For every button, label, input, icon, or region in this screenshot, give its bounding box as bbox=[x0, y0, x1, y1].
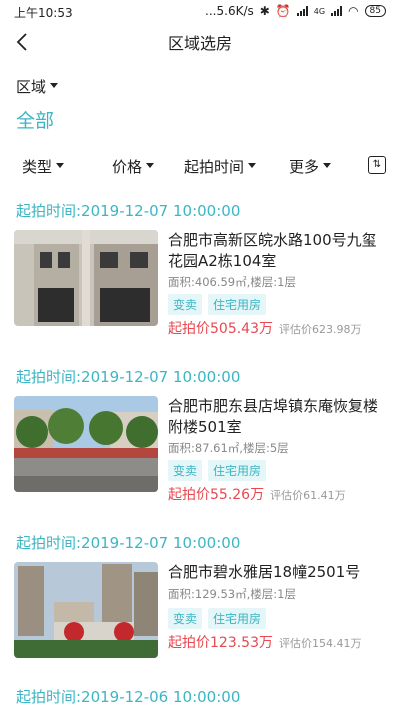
price-row: 起拍价505.43万 评估价623.98万 bbox=[168, 318, 362, 338]
estimated-price: 评估价623.98万 bbox=[279, 323, 362, 336]
caret-down-icon bbox=[248, 163, 257, 168]
region-dropdown[interactable]: 区域 bbox=[16, 76, 59, 97]
listing-card[interactable]: 合肥市高新区皖水路100号九玺花园A2栋104室 面积:406.59㎡,楼层:1… bbox=[14, 230, 386, 337]
alarm-icon: ⏰ bbox=[275, 4, 291, 18]
listing-title: 合肥市高新区皖水路100号九玺花园A2栋104室 bbox=[168, 231, 377, 270]
wifi-icon: ◠ bbox=[348, 4, 359, 18]
listing-photo bbox=[14, 562, 158, 658]
start-price: 起拍价505.43万 bbox=[168, 321, 273, 337]
estimated-price: 评估价154.41万 bbox=[279, 637, 362, 650]
filter-start-time-label: 起拍时间 bbox=[184, 158, 245, 176]
listing-meta: 面积:406.59㎡,楼层:1层 bbox=[168, 275, 296, 289]
network-speed: ...5.6K/s bbox=[205, 4, 254, 18]
bluetooth-icon: ✱ bbox=[259, 4, 270, 18]
estimated-price: 评估价61.41万 bbox=[270, 489, 346, 502]
tag-property-type: 住宅用房 bbox=[208, 608, 267, 629]
caret-down-icon bbox=[146, 163, 155, 168]
tag-sale-type: 变卖 bbox=[168, 460, 203, 481]
status-bar: 上午10:53 ...5.6K/s ✱ ⏰ 4G ◠ 85 bbox=[0, 0, 400, 24]
auction-time-header: 起拍时间:2019-12-07 10:00:00 bbox=[16, 202, 241, 220]
auction-time-header: 起拍时间:2019-12-07 10:00:00 bbox=[16, 368, 241, 386]
caret-down-icon bbox=[323, 163, 332, 168]
status-time: 上午10:53 bbox=[14, 6, 73, 20]
page-title: 区域选房 bbox=[167, 34, 232, 53]
network-type: 4G bbox=[313, 6, 326, 16]
listing-card[interactable]: 合肥市碧水雅居18幢2501号 面积:129.53㎡,楼层:1层 变卖 住宅用房… bbox=[14, 562, 386, 658]
listing-title: 合肥市肥东县店埠镇东庵恢复楼附楼501室 bbox=[168, 397, 379, 436]
start-price: 起拍价55.26万 bbox=[168, 487, 265, 503]
listing-meta: 面积:129.53㎡,楼层:1层 bbox=[168, 587, 296, 601]
listing-card[interactable]: 合肥市肥东县店埠镇东庵恢复楼附楼501室 面积:87.61㎡,楼层:5层 变卖 … bbox=[14, 396, 386, 503]
auction-time-header: 起拍时间:2019-12-07 10:00:00 bbox=[16, 534, 241, 552]
filter-more[interactable]: 更多 bbox=[289, 156, 332, 177]
tag-property-type: 住宅用房 bbox=[208, 294, 267, 315]
listing-meta: 面积:87.61㎡,楼层:5层 bbox=[168, 441, 289, 455]
filter-type[interactable]: 类型 bbox=[22, 156, 65, 177]
listing-photo bbox=[14, 396, 158, 492]
filter-more-label: 更多 bbox=[289, 158, 320, 176]
filter-bar: 类型 价格 起拍时间 更多 ⇅ bbox=[0, 152, 400, 180]
auction-time-header: 起拍时间:2019-12-06 10:00:00 bbox=[16, 688, 241, 706]
signal-icon-2 bbox=[331, 6, 343, 16]
caret-down-icon bbox=[50, 83, 59, 88]
tag-sale-type: 变卖 bbox=[168, 294, 203, 315]
tag-sale-type: 变卖 bbox=[168, 608, 203, 629]
listing-title: 合肥市碧水雅居18幢2501号 bbox=[168, 563, 361, 581]
listing-photo bbox=[14, 230, 158, 326]
filter-start-time[interactable]: 起拍时间 bbox=[184, 156, 257, 177]
signal-icon bbox=[296, 6, 308, 16]
listing-tags: 变卖 住宅用房 bbox=[168, 460, 267, 481]
start-price: 起拍价123.53万 bbox=[168, 635, 273, 651]
region-value[interactable]: 全部 bbox=[16, 106, 54, 133]
listing-tags: 变卖 住宅用房 bbox=[168, 294, 267, 315]
region-label: 区域 bbox=[16, 78, 47, 96]
listing-tags: 变卖 住宅用房 bbox=[168, 608, 267, 629]
price-row: 起拍价55.26万 评估价61.41万 bbox=[168, 484, 346, 504]
status-icons: ...5.6K/s ✱ ⏰ 4G ◠ 85 bbox=[205, 4, 386, 18]
filter-price[interactable]: 价格 bbox=[112, 156, 155, 177]
nav-bar: 区域选房 bbox=[0, 24, 400, 60]
filter-type-label: 类型 bbox=[22, 158, 53, 176]
battery-icon: 85 bbox=[364, 5, 386, 17]
tag-property-type: 住宅用房 bbox=[208, 460, 267, 481]
sort-icon[interactable]: ⇅ bbox=[368, 156, 386, 174]
filter-price-label: 价格 bbox=[112, 158, 143, 176]
caret-down-icon bbox=[56, 163, 65, 168]
price-row: 起拍价123.53万 评估价154.41万 bbox=[168, 632, 362, 652]
